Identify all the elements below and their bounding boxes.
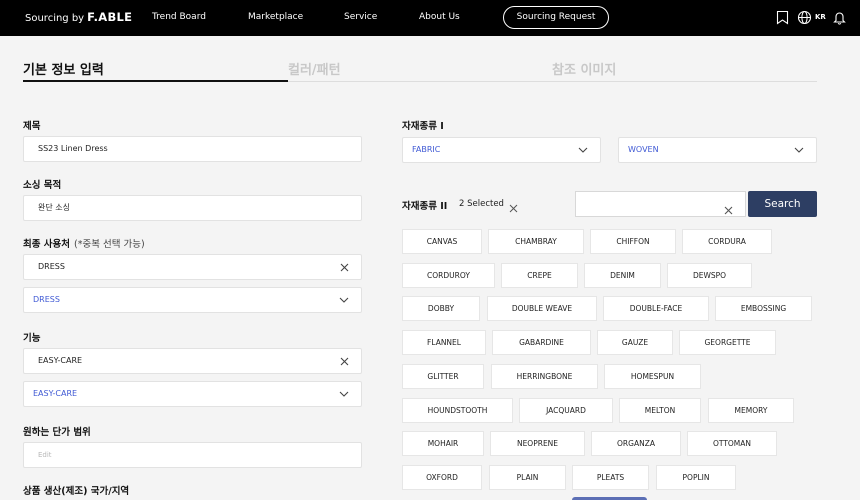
chevron-down-icon xyxy=(578,138,588,162)
material1-select-value: FABRIC xyxy=(412,145,441,154)
material-chip[interactable]: OXFORD xyxy=(402,465,482,490)
close-icon[interactable] xyxy=(340,255,349,279)
price-range-input[interactable]: Edit xyxy=(23,442,362,468)
title-label: 제목 xyxy=(23,121,41,132)
clear-search-icon[interactable] xyxy=(724,200,733,219)
tab-basic-info[interactable]: 기본 정보 입력 xyxy=(23,59,104,78)
material-chip[interactable]: ORGANZA xyxy=(591,431,681,456)
material-chip[interactable]: POPLIN xyxy=(656,465,736,490)
material-chip[interactable]: HOUNDSTOOTH xyxy=(402,398,513,423)
material-chip[interactable]: CORDUROY xyxy=(402,263,495,288)
material-chip[interactable]: MOHAIR xyxy=(402,431,484,456)
globe-icon[interactable] xyxy=(797,10,812,29)
bell-icon[interactable] xyxy=(833,10,846,29)
clear-selection-icon[interactable] xyxy=(509,198,518,217)
country-label: 상품 생산(제조) 국가/지역 xyxy=(23,486,130,497)
material-chip[interactable]: HERRINGBONE xyxy=(491,364,598,389)
function-select-value: EASY-CARE xyxy=(33,389,78,398)
end-user-chip-text: DRESS xyxy=(38,262,65,271)
bookmark-icon[interactable] xyxy=(776,10,789,29)
chevron-down-icon xyxy=(339,382,349,406)
tab-color-pattern[interactable]: 컬러/패턴 xyxy=(288,59,341,78)
sourcing-request-button[interactable]: Sourcing Request xyxy=(503,6,609,29)
end-user-select-value: DRESS xyxy=(33,295,60,304)
purpose-label: 소싱 목적 xyxy=(23,180,62,191)
end-user-label: 최종 사용처 (*중복 선택 가능) xyxy=(23,236,145,250)
material-chip[interactable]: OTTOMAN xyxy=(687,431,777,456)
material-chip[interactable]: GEORGETTE xyxy=(679,330,776,355)
material1b-select-value: WOVEN xyxy=(628,145,659,154)
material-chip[interactable]: HOMESPUN xyxy=(604,364,701,389)
material-chip[interactable]: NEOPRENE xyxy=(490,431,585,456)
material-chip[interactable]: PLEATS xyxy=(572,465,649,490)
end-user-selected-chip: DRESS xyxy=(23,254,362,280)
end-user-select[interactable]: DRESS xyxy=(23,287,362,313)
nav-marketplace[interactable]: Marketplace xyxy=(248,12,303,22)
purpose-input[interactable]: 완단 소싱 xyxy=(23,195,362,221)
material-chip[interactable]: GABARDINE xyxy=(492,330,591,355)
material-chip[interactable]: CREPE xyxy=(501,263,578,288)
material2-label: 자재종류 II xyxy=(402,201,448,212)
material1b-select[interactable]: WOVEN xyxy=(618,137,817,163)
function-label: 기능 xyxy=(23,333,41,344)
close-icon[interactable] xyxy=(340,349,349,373)
material-chip[interactable]: MEMORY xyxy=(708,398,794,423)
material-search-input[interactable] xyxy=(575,191,746,217)
end-user-note: (*중복 선택 가능) xyxy=(74,239,145,250)
language-toggle[interactable]: KR xyxy=(815,13,826,21)
function-select[interactable]: EASY-CARE xyxy=(23,381,362,407)
material-chip[interactable]: DOBBY xyxy=(402,296,480,321)
tab-divider xyxy=(288,81,817,82)
tab-reference-image[interactable]: 참조 이미지 xyxy=(552,59,616,78)
title-input[interactable]: SS23 Linen Dress xyxy=(23,136,362,162)
material-chip[interactable]: PLAIN xyxy=(489,465,566,490)
material-chip[interactable]: GAUZE xyxy=(597,330,673,355)
material-chip[interactable]: CHIFFON xyxy=(590,229,676,254)
search-button[interactable]: Search xyxy=(748,191,817,217)
nav-about-us[interactable]: About Us xyxy=(419,12,460,22)
function-selected-chip: EASY-CARE xyxy=(23,348,362,374)
material-chip[interactable]: GLITTER xyxy=(402,364,484,389)
nav-trend-board[interactable]: Trend Board xyxy=(152,12,206,22)
chevron-down-icon xyxy=(794,138,804,162)
nav-service[interactable]: Service xyxy=(344,12,377,22)
price-range-label: 원하는 단가 범위 xyxy=(23,427,91,438)
material-chip[interactable]: EMBOSSING xyxy=(715,296,812,321)
material-chip[interactable]: CANVAS xyxy=(402,229,482,254)
selected-count: 2 Selected xyxy=(459,199,504,209)
end-user-label-text: 최종 사용처 xyxy=(23,239,71,250)
material1-label: 자재종류 I xyxy=(402,121,444,132)
active-tab-indicator xyxy=(23,80,288,82)
material-chip[interactable]: DOUBLE WEAVE xyxy=(487,296,597,321)
material-chip[interactable]: FLANNEL xyxy=(402,330,486,355)
material-chip[interactable]: JACQUARD xyxy=(519,398,613,423)
material-chip[interactable]: DEWSPO xyxy=(667,263,752,288)
material-chip[interactable]: MELTON xyxy=(619,398,701,423)
brand-logo[interactable]: Sourcing by F.ABLE xyxy=(25,10,132,24)
material1-select[interactable]: FABRIC xyxy=(402,137,601,163)
material-chip[interactable]: CORDURA xyxy=(682,229,772,254)
chevron-down-icon xyxy=(339,288,349,312)
brand-name: F.ABLE xyxy=(87,10,133,24)
material-chip[interactable]: DENIM xyxy=(584,263,661,288)
top-nav: Sourcing by F.ABLE Trend Board Marketplac… xyxy=(0,0,860,36)
material-chip[interactable]: CHAMBRAY xyxy=(488,229,584,254)
function-chip-text: EASY-CARE xyxy=(38,356,83,365)
brand-prefix: Sourcing by xyxy=(25,13,85,24)
material-chip[interactable]: DOUBLE-FACE xyxy=(603,296,709,321)
